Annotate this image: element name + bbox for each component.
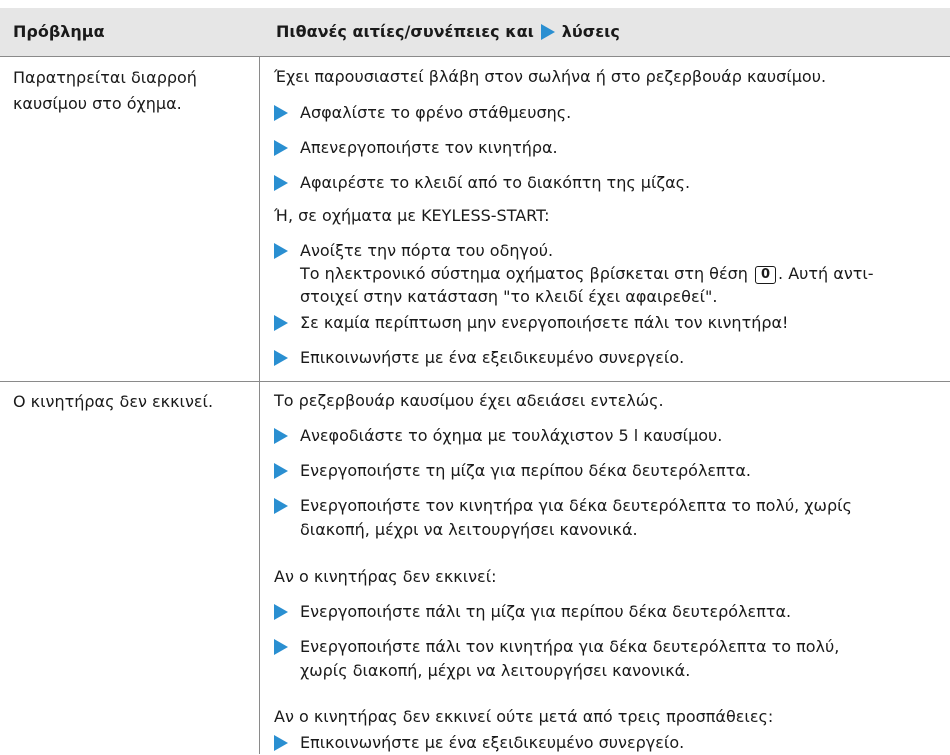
arrow-right-icon: [540, 24, 555, 40]
header-causes-text: Πιθανές αιτίες/συνέπειες και: [276, 22, 534, 41]
alternative-text: Ή, σε οχήματα με KEYLESS-START:: [274, 206, 550, 225]
arrow-right-icon: [274, 175, 288, 191]
list-item: Αφαιρέστε το κλειδί από το διακόπτη της …: [274, 171, 690, 195]
header-causes-solutions: Πιθανές αιτίες/συνέπειες και λύσεις: [276, 8, 620, 56]
list-item: Ανοίξτε την πόρτα του οδηγού.: [274, 239, 553, 263]
key-position-zero: 0: [754, 266, 777, 284]
arrow-right-icon: [274, 735, 288, 751]
cause-text: Το ρεζερβουάρ καυσίμου έχει αδειάσει εντ…: [274, 391, 664, 410]
arrow-right-icon: [274, 350, 288, 366]
arrow-right-icon: [274, 604, 288, 620]
arrow-right-icon: [274, 428, 288, 444]
arrow-right-icon: [274, 105, 288, 121]
list-item: Ενεργοποιήστε τη μίζα για περίπου δέκα δ…: [274, 459, 751, 483]
list-item: Ασφαλίστε το φρένο στάθμευσης.: [274, 101, 571, 125]
list-item: Επικοινωνήστε με ένα εξειδικευμένο συνερ…: [274, 731, 684, 755]
step-continuation: διακοπή, μέχρι να λειτουργήσει κανονικά.: [300, 520, 638, 539]
arrow-right-icon: [274, 498, 288, 514]
list-item: Ενεργοποιήστε πάλι τη μίζα για περίπου δ…: [274, 600, 791, 624]
problem-text: Ο κινητήρας δεν εκκινεί.: [13, 392, 214, 411]
arrow-right-icon: [274, 315, 288, 331]
condition-text: Αν ο κινητήρας δεν εκκινεί:: [274, 567, 497, 586]
step-continuation: χωρίς διακοπή, μέχρι να λειτουργήσει καν…: [300, 661, 691, 680]
list-item: Επικοινωνήστε με ένα εξειδικευμένο συνερ…: [274, 346, 684, 370]
arrow-right-icon: [274, 639, 288, 655]
list-item: Ενεργοποιήστε τον κινητήρα για δέκα δευτ…: [274, 494, 852, 518]
problem-text: Παρατηρείται διαρροή καυσίμου στο όχημα.: [13, 68, 197, 113]
list-item: Ενεργοποιήστε πάλι τον κινητήρα για δέκα…: [274, 635, 839, 659]
arrow-right-icon: [274, 243, 288, 259]
troubleshooting-table: Πρόβλημα Πιθανές αιτίες/συνέπειες και λύ…: [0, 0, 950, 754]
header-solutions-text: λύσεις: [561, 22, 620, 41]
table-header: Πρόβλημα Πιθανές αιτίες/συνέπειες και λύ…: [0, 8, 950, 57]
list-item: Ανεφοδιάστε το όχημα με τουλάχιστον 5 l …: [274, 424, 722, 448]
header-problem: Πρόβλημα: [13, 22, 105, 41]
list-item: Απενεργοποιήστε τον κινητήρα.: [274, 136, 558, 160]
cause-text: Έχει παρουσιαστεί βλάβη στον σωλήνα ή στ…: [274, 67, 827, 86]
note-line: Το ηλεκτρονικό σύστημα οχήματος βρίσκετα…: [300, 264, 874, 284]
list-item: Σε καμία περίπτωση μην ενεργοποιήσετε πά…: [274, 311, 788, 335]
column-divider: [259, 57, 260, 754]
row-divider: [0, 381, 950, 382]
arrow-right-icon: [274, 140, 288, 156]
note-line: στοιχεί στην κατάσταση "το κλειδί έχει α…: [300, 287, 718, 306]
arrow-right-icon: [274, 463, 288, 479]
condition-text: Αν ο κινητήρας δεν εκκινεί ούτε μετά από…: [274, 707, 774, 726]
